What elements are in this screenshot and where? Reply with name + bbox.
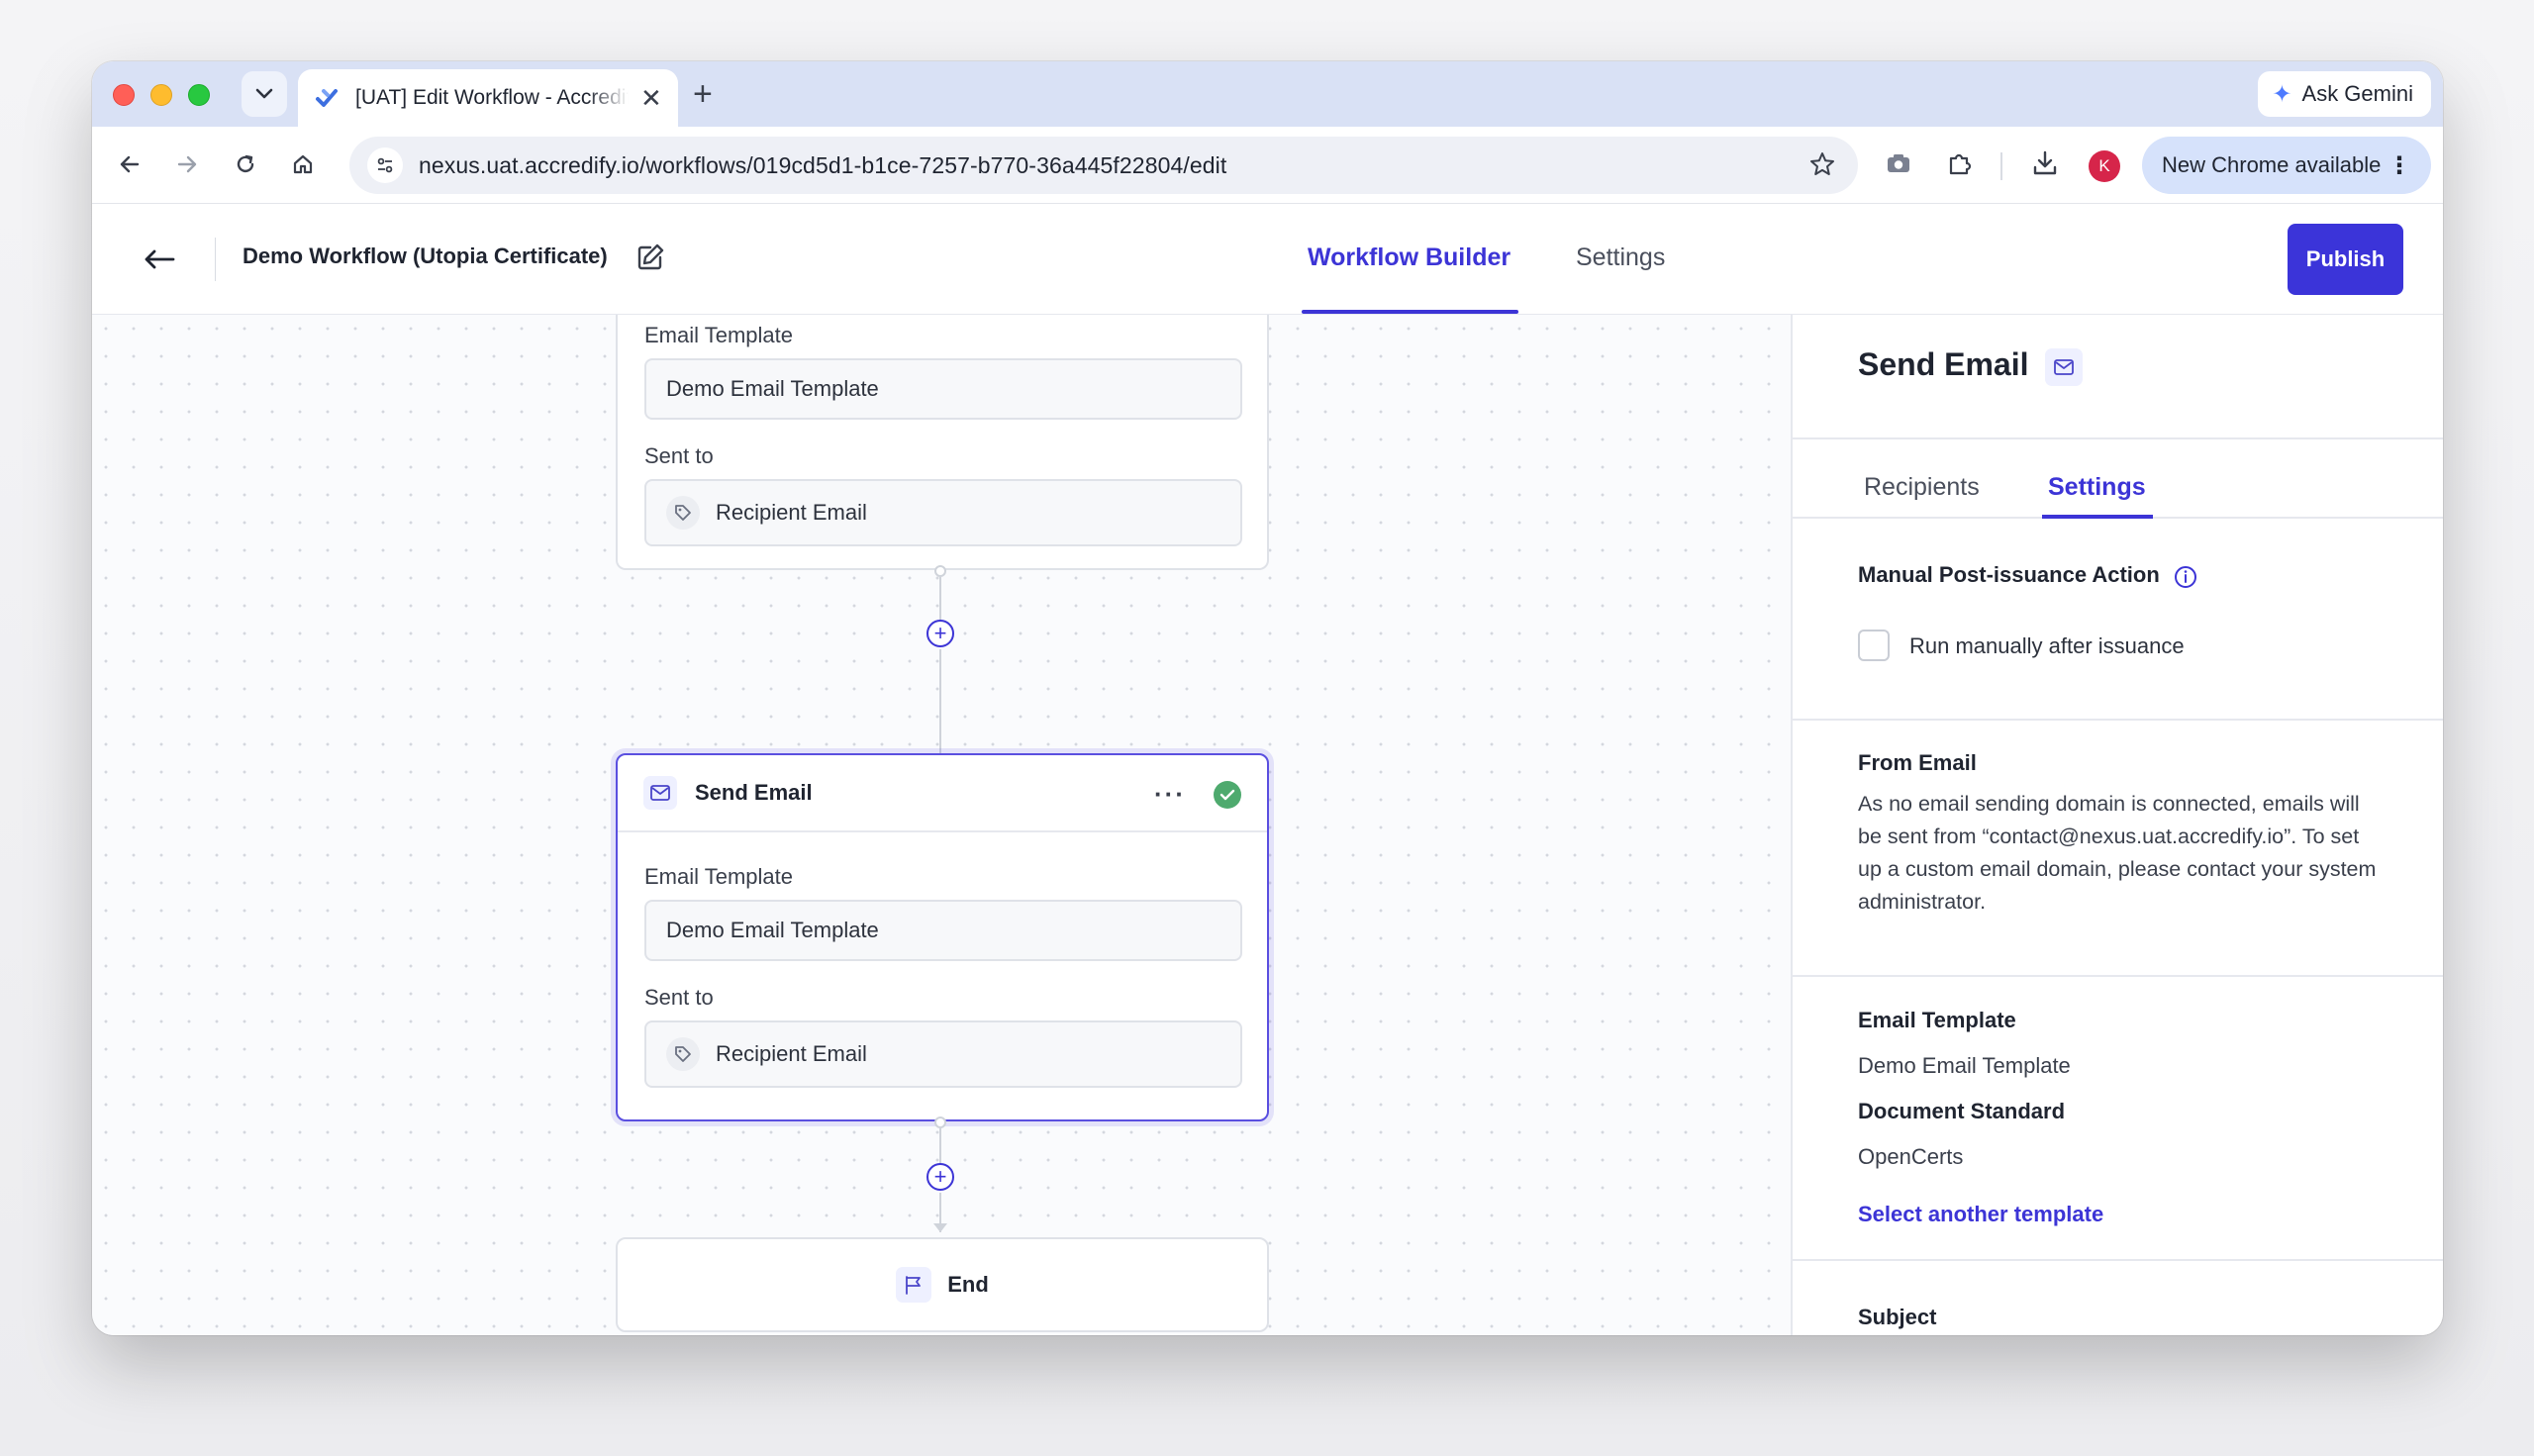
- back-arrow-icon[interactable]: [112, 146, 147, 182]
- email-template-label: Email Template: [644, 864, 793, 889]
- panel-divider: [1793, 719, 2443, 721]
- run-manually-label: Run manually after issuance: [1909, 633, 2185, 658]
- ask-gemini-button[interactable]: ✦ Ask Gemini: [2258, 71, 2431, 117]
- accredify-logo-icon: [314, 84, 341, 112]
- tab-recipients[interactable]: Recipients: [1864, 473, 1980, 502]
- document-standard-heading: Document Standard: [1858, 1099, 2066, 1123]
- tab-search-button[interactable]: [242, 71, 287, 117]
- tab-panel-settings[interactable]: Settings: [2048, 473, 2146, 502]
- ask-gemini-label: Ask Gemini: [2301, 81, 2413, 106]
- update-label: New Chrome available: [2162, 152, 2382, 177]
- node-title: Send Email: [695, 780, 813, 805]
- chrome-update-button[interactable]: New Chrome available ⋮: [2142, 137, 2431, 194]
- sent-to-label: Sent to: [644, 985, 714, 1010]
- extensions-puzzle-icon[interactable]: [1945, 148, 1975, 183]
- panel-divider: [1793, 437, 2443, 439]
- browser-window: [UAT] Edit Workflow - Accredify ✕ + ✦ As…: [92, 61, 2443, 1335]
- connector-handle: [934, 1116, 946, 1128]
- minimize-window-button[interactable]: [150, 84, 172, 106]
- workflow-node-end[interactable]: End: [616, 1237, 1269, 1332]
- tab-title: [UAT] Edit Workflow - Accredify: [355, 86, 629, 109]
- app-header: Demo Workflow (Utopia Certificate) Workf…: [92, 204, 2443, 315]
- add-step-button[interactable]: +: [926, 1163, 954, 1191]
- connector-handle: [934, 565, 946, 577]
- new-tab-button[interactable]: +: [693, 75, 713, 114]
- panel-divider: [1793, 1259, 2443, 1261]
- address-bar[interactable]: nexus.uat.accredify.io/workflows/019cd5d…: [349, 137, 1858, 194]
- email-template-field[interactable]: Demo Email Template: [644, 900, 1242, 961]
- browser-toolbar: nexus.uat.accredify.io/workflows/019cd5d…: [92, 127, 2443, 204]
- chevron-down-icon: [255, 88, 273, 99]
- site-info-icon[interactable]: [367, 147, 403, 183]
- from-email-description: As no email sending domain is connected,…: [1858, 792, 2377, 914]
- workflow-node-send-email[interactable]: Send Email ··· Email Template Demo Email…: [616, 753, 1269, 1121]
- toolbar-divider: [2000, 152, 2002, 180]
- sent-to-field[interactable]: Recipient Email: [644, 1020, 1242, 1088]
- panel-divider: [1793, 975, 2443, 977]
- connector-line: [939, 649, 941, 753]
- tab-settings[interactable]: Settings: [1576, 243, 1665, 272]
- run-manually-checkbox[interactable]: [1858, 630, 1890, 661]
- more-options-icon[interactable]: ···: [1154, 779, 1186, 810]
- panel-title: Send Email: [1858, 346, 2029, 382]
- sent-to-field[interactable]: Recipient Email: [644, 479, 1242, 546]
- tab-workflow-builder[interactable]: Workflow Builder: [1308, 243, 1511, 272]
- connector-arrow-icon: [933, 1223, 947, 1232]
- info-icon[interactable]: [2173, 564, 2198, 595]
- url-text: nexus.uat.accredify.io/workflows/019cd5d…: [419, 151, 1227, 178]
- mail-icon: [2045, 348, 2083, 386]
- email-template-field[interactable]: Demo Email Template: [644, 358, 1242, 420]
- end-node-title: End: [947, 1272, 989, 1297]
- flag-icon: [896, 1267, 932, 1303]
- tag-icon: [666, 1037, 700, 1071]
- gemini-sparkle-icon: ✦: [2272, 80, 2292, 108]
- sent-to-value: Recipient Email: [716, 500, 867, 525]
- node-settings-panel: Send Email Recipients Settings Manual Po…: [1791, 315, 2443, 1335]
- from-email-heading: From Email: [1858, 750, 1977, 775]
- select-another-template-link[interactable]: Select another template: [1858, 1202, 2103, 1227]
- publish-button[interactable]: Publish: [2288, 224, 2403, 295]
- email-template-heading: Email Template: [1858, 1008, 2016, 1032]
- profile-avatar[interactable]: K: [2089, 150, 2120, 182]
- subject-heading: Subject: [1858, 1305, 1937, 1329]
- email-template-value: Demo Email Template: [1858, 1053, 2071, 1078]
- tag-icon: [666, 496, 700, 530]
- active-tab-underline: [1302, 310, 1518, 314]
- back-arrow-icon[interactable]: [142, 242, 177, 282]
- email-template-label: Email Template: [644, 323, 793, 347]
- camera-icon[interactable]: [1884, 148, 1913, 183]
- tab-strip: [UAT] Edit Workflow - Accredify ✕ + ✦ As…: [92, 61, 2443, 127]
- connector-line: [939, 577, 941, 621]
- workflow-title: Demo Workflow (Utopia Certificate): [243, 243, 608, 268]
- maximize-window-button[interactable]: [188, 84, 210, 106]
- add-step-button[interactable]: +: [926, 620, 954, 647]
- pencil-edit-icon[interactable]: [634, 242, 666, 278]
- bookmark-star-icon[interactable]: [1808, 150, 1836, 183]
- sent-to-value: Recipient Email: [716, 1041, 867, 1066]
- mail-icon: [643, 776, 677, 810]
- document-standard-value: OpenCerts: [1858, 1144, 1964, 1169]
- download-icon[interactable]: [2030, 148, 2060, 183]
- header-divider: [215, 238, 216, 281]
- close-window-button[interactable]: [113, 84, 135, 106]
- reload-icon[interactable]: [228, 146, 263, 182]
- active-panel-tab-underline: [2042, 515, 2153, 519]
- manual-action-heading: Manual Post-issuance Action: [1858, 562, 2160, 587]
- close-tab-icon[interactable]: ✕: [640, 83, 662, 114]
- sent-to-label: Sent to: [644, 443, 714, 468]
- connector-line: [939, 1128, 941, 1164]
- home-icon[interactable]: [285, 146, 321, 182]
- kebab-menu-icon: ⋮: [2388, 151, 2411, 179]
- browser-tab-active[interactable]: [UAT] Edit Workflow - Accredify ✕: [298, 69, 678, 127]
- forward-arrow-icon[interactable]: [169, 146, 205, 182]
- check-circle-icon: [1214, 781, 1241, 809]
- workflow-canvas[interactable]: Email Template Demo Email Template Sent …: [92, 315, 1791, 1335]
- workflow-node-previous-body[interactable]: Email Template Demo Email Template Sent …: [616, 315, 1269, 570]
